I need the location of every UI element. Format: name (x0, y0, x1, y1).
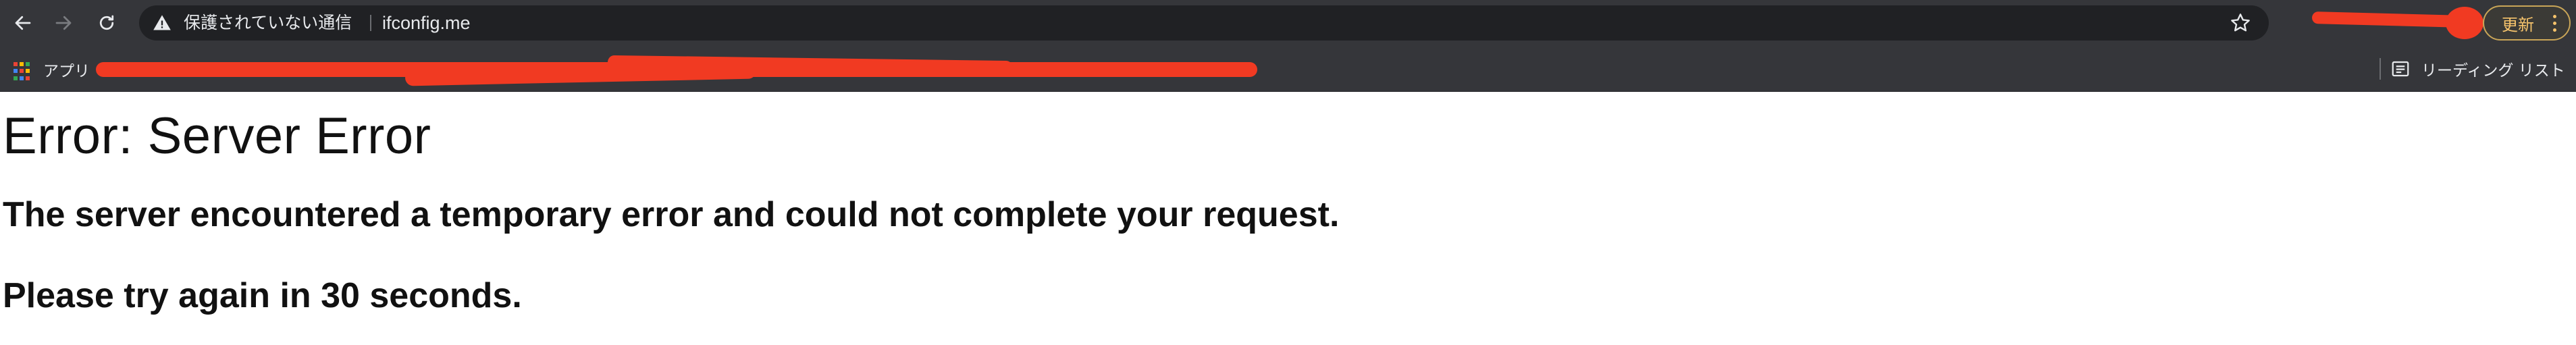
redacted-extensions-area (2311, 11, 2465, 28)
url-text[interactable]: ifconfig.me (382, 5, 471, 41)
update-button-label: 更新 (2502, 15, 2534, 34)
redacted-profile-avatar (2446, 7, 2483, 39)
omnibox-divider (370, 15, 371, 31)
bookmarks-divider (2380, 58, 2381, 80)
kebab-menu-icon (2553, 15, 2557, 35)
browser-toolbar: 保護されていない通信 ifconfig.me 更新 (0, 0, 2576, 46)
bookmarks-bar: アプリ リーディング リスト (0, 46, 2576, 92)
warning-triangle-icon[interactable] (153, 14, 172, 32)
arrow-right-icon (55, 16, 72, 30)
security-status-text[interactable]: 保護されていない通信 (184, 5, 352, 41)
update-button[interactable]: 更新 (2483, 5, 2571, 41)
forward-button[interactable] (47, 7, 80, 39)
reading-list-icon (2392, 61, 2409, 77)
back-button[interactable] (7, 7, 39, 39)
apps-shortcut-label[interactable]: アプリ (43, 58, 90, 81)
star-icon[interactable] (2230, 12, 2251, 34)
address-bar[interactable]: 保護されていない通信 ifconfig.me (139, 5, 2269, 41)
arrow-left-icon (15, 16, 31, 30)
error-message: The server encountered a temporary error… (3, 195, 1340, 234)
reload-icon (99, 15, 114, 30)
page-title: Error: Server Error (3, 107, 431, 165)
reading-list-label: リーディング リスト (2421, 62, 2565, 80)
reload-button[interactable] (90, 7, 123, 39)
reading-list-button[interactable]: リーディング リスト (2390, 57, 2565, 81)
apps-grid-icon[interactable] (14, 62, 32, 81)
retry-message: Please try again in 30 seconds. (3, 276, 522, 315)
